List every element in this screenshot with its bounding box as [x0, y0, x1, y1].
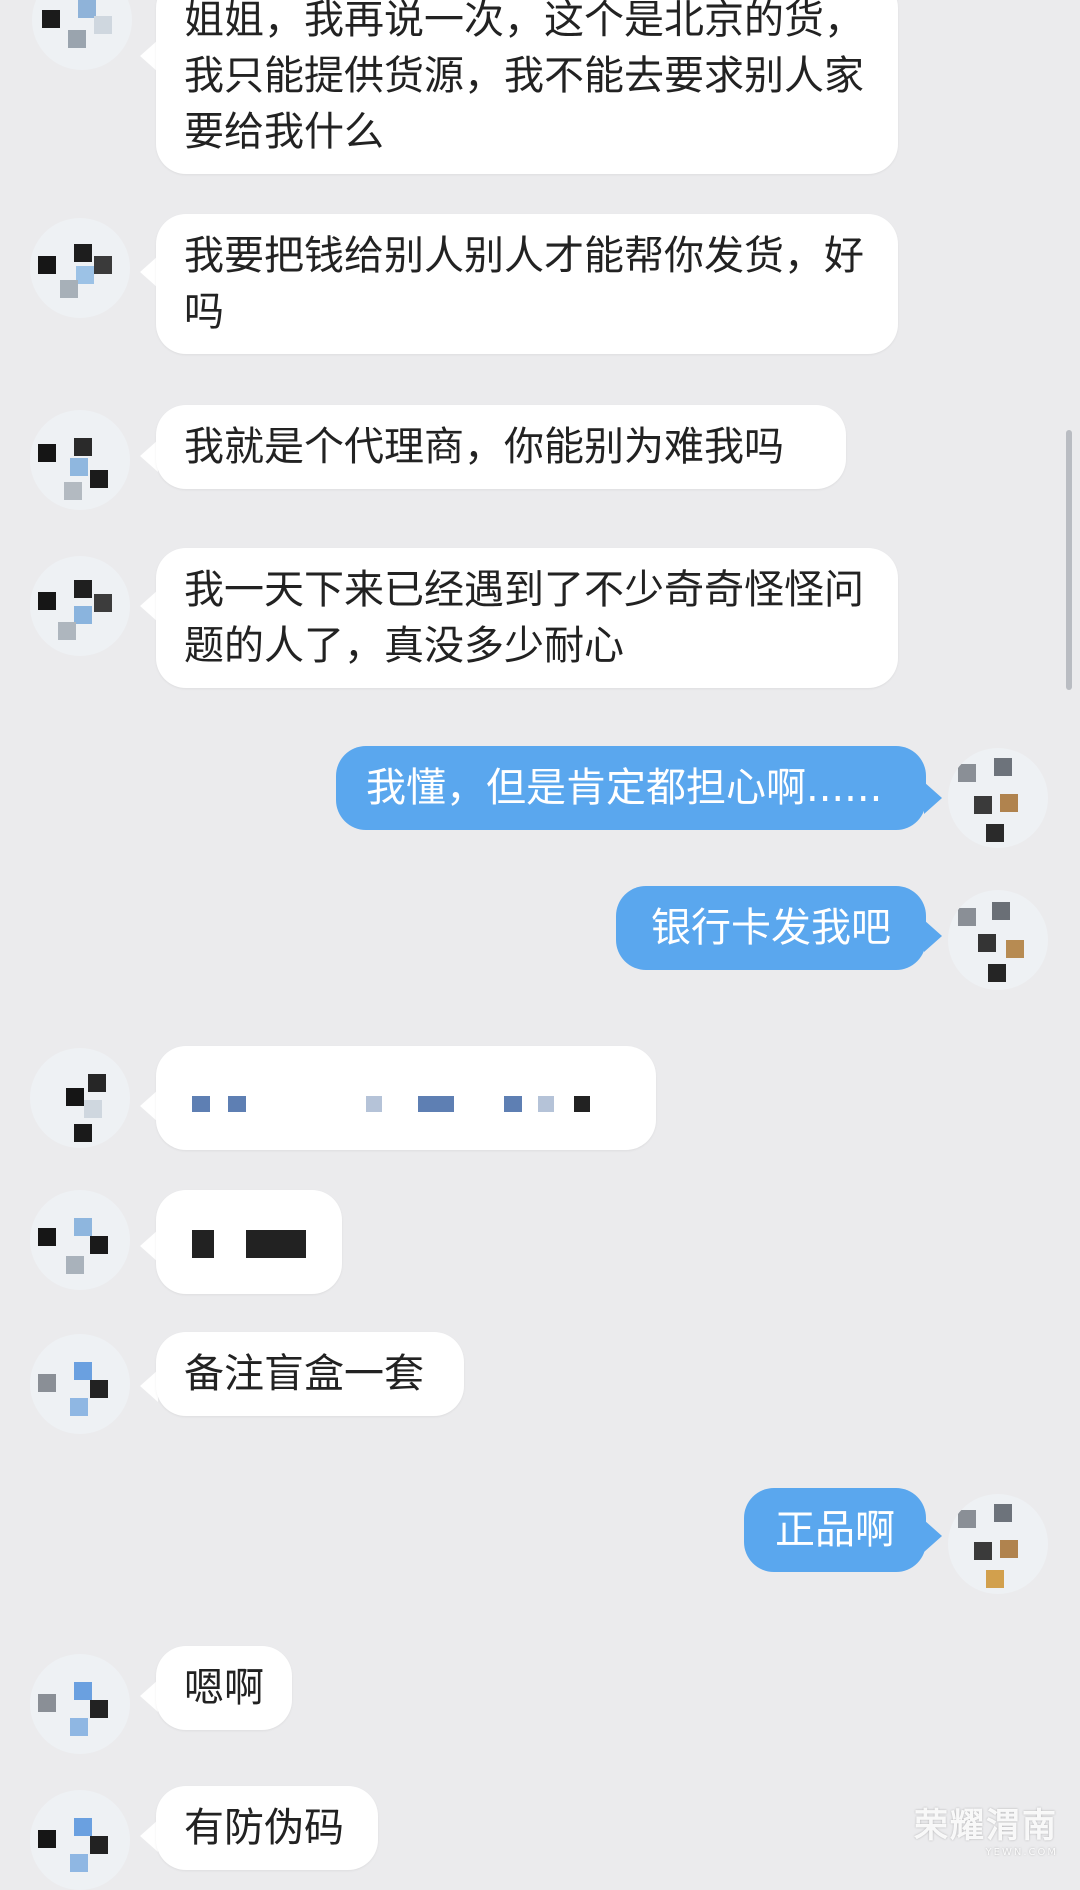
message-bubble-redacted[interactable]	[156, 1190, 342, 1294]
message-bubble[interactable]: 姐姐，我再说一次，这个是北京的货，我只能提供货源，我不能去要求别人家要给我什么	[156, 0, 898, 174]
my-avatar[interactable]	[948, 890, 1048, 990]
message-text: 我就是个代理商，你能别为难我吗	[184, 424, 784, 470]
redaction-mark	[192, 1230, 214, 1258]
message-bubble[interactable]: 我要把钱给别人别人才能帮你发货，好吗	[156, 214, 898, 354]
message-bubble[interactable]: 我就是个代理商，你能别为难我吗	[156, 405, 846, 489]
message-text: 嗯啊	[184, 1665, 264, 1711]
message-text: 姐姐，我再说一次，这个是北京的货，我只能提供货源，我不能去要求别人家要给我什么	[184, 0, 864, 155]
message-bubble[interactable]: 备注盲盒一套	[156, 1332, 464, 1416]
my-avatar[interactable]	[948, 1494, 1048, 1594]
watermark-main: 荣耀渭南	[914, 1806, 1058, 1846]
message-text: 备注盲盒一套	[184, 1351, 424, 1397]
contact-avatar[interactable]	[30, 1048, 130, 1148]
redaction-mark	[192, 1096, 210, 1112]
message-text: 银行卡发我吧	[651, 905, 891, 951]
contact-avatar[interactable]	[30, 410, 130, 510]
scrollbar[interactable]	[1066, 430, 1072, 690]
message-bubble[interactable]: 正品啊	[744, 1488, 926, 1572]
watermark-logo: 荣耀渭南 YEWN.COM	[914, 1798, 1058, 1858]
message-bubble[interactable]: 嗯啊	[156, 1646, 292, 1730]
redaction-mark	[228, 1096, 246, 1112]
message-text: 我要把钱给别人别人才能帮你发货，好吗	[184, 233, 864, 335]
contact-avatar[interactable]	[30, 1790, 130, 1890]
message-bubble-redacted[interactable]	[156, 1046, 656, 1150]
watermark-sub: YEWN.COM	[985, 1847, 1058, 1858]
contact-avatar[interactable]	[30, 556, 130, 656]
message-text: 我懂，但是肯定都担心啊......	[366, 765, 883, 811]
message-bubble[interactable]: 银行卡发我吧	[616, 886, 926, 970]
redaction-mark	[418, 1096, 454, 1112]
message-bubble[interactable]: 我懂，但是肯定都担心啊......	[336, 746, 926, 830]
message-bubble[interactable]: 我一天下来已经遇到了不少奇奇怪怪问题的人了，真没多少耐心	[156, 548, 898, 688]
redaction-mark	[574, 1096, 590, 1112]
redaction-mark	[538, 1096, 554, 1112]
contact-avatar[interactable]	[32, 0, 132, 70]
redaction-mark	[366, 1096, 382, 1112]
message-text: 正品啊	[775, 1507, 895, 1553]
message-bubble[interactable]: 有防伪码	[156, 1786, 378, 1870]
message-text: 我一天下来已经遇到了不少奇奇怪怪问题的人了，真没多少耐心	[184, 567, 864, 669]
contact-avatar[interactable]	[30, 218, 130, 318]
redaction-mark	[504, 1096, 522, 1112]
contact-avatar[interactable]	[30, 1334, 130, 1434]
redaction-mark	[246, 1230, 306, 1258]
my-avatar[interactable]	[948, 748, 1048, 848]
contact-avatar[interactable]	[30, 1654, 130, 1754]
message-text: 有防伪码	[184, 1805, 344, 1851]
contact-avatar[interactable]	[30, 1190, 130, 1290]
